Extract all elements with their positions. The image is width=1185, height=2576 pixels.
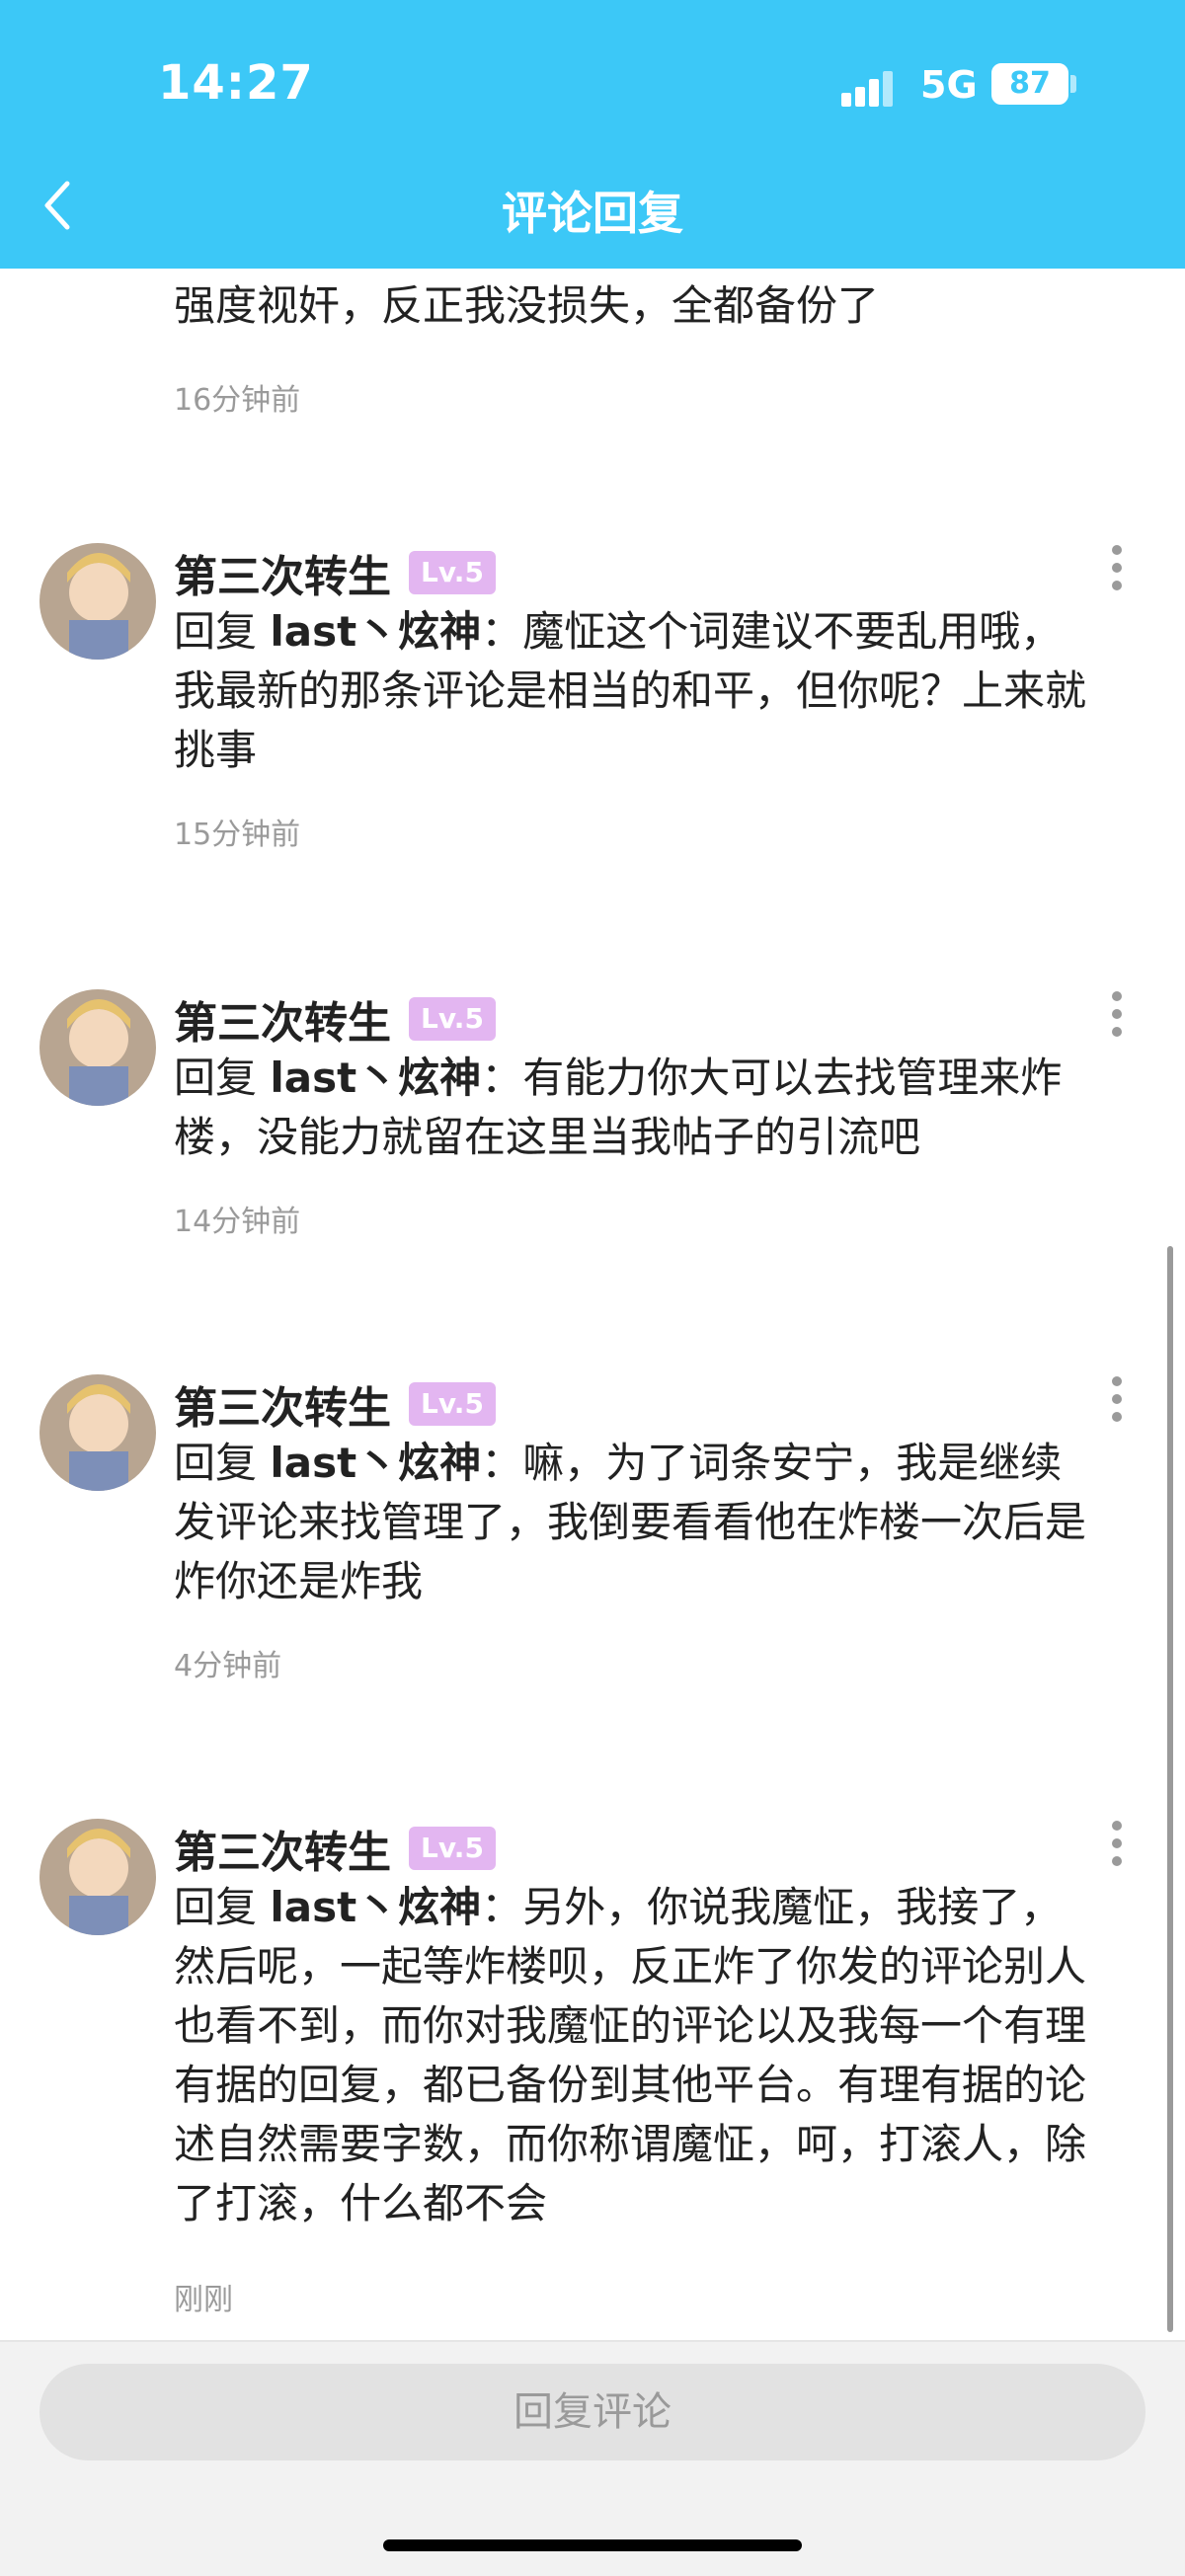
comment-text[interactable]: 回复 last丶炫神：魔怔这个词建议不要乱用哦，我最新的那条评论是相当的和平，但… — [174, 602, 1092, 780]
reply-target[interactable]: last丶炫神 — [270, 1439, 481, 1487]
reply-prefix: 回复 — [174, 1439, 271, 1487]
level-badge: Lv.5 — [409, 1382, 496, 1426]
battery-icon: 87 — [991, 63, 1068, 105]
comment-text[interactable]: 回复 last丶炫神：嘛，为了词条安宁，我是继续发评论来找管理了，我倒要看看他在… — [174, 1434, 1092, 1611]
comment-text: 强度视奸，反正我没损失，全都备份了 — [174, 281, 880, 330]
comment-list[interactable]: 强度视奸，反正我没损失，全都备份了 16分钟前 第三次转生 Lv.5 回复 la… — [0, 269, 1185, 2340]
status-time: 14:27 — [158, 55, 314, 111]
header-bar: 14:27 5G 87 评论回复 — [0, 0, 1185, 269]
comment-time: 14分钟前 — [174, 1205, 301, 1239]
level-badge: Lv.5 — [409, 551, 496, 594]
page-title: 评论回复 — [502, 187, 683, 240]
comment-time: 16分钟前 — [174, 383, 301, 418]
reply-target[interactable]: last丶炫神 — [270, 1054, 481, 1102]
signal-icon — [841, 71, 901, 107]
comment-time: 刚刚 — [174, 2283, 233, 2317]
battery-tip — [1070, 75, 1076, 93]
reply-prefix: 回复 — [174, 607, 271, 656]
avatar[interactable] — [40, 1819, 156, 1935]
username[interactable]: 第三次转生 — [174, 541, 391, 604]
network-type: 5G — [920, 63, 978, 107]
partial-comment: 强度视奸，反正我没损失，全都备份了 16分钟前 — [174, 269, 879, 419]
avatar[interactable] — [40, 989, 156, 1106]
scrollbar[interactable] — [1167, 1246, 1173, 2332]
comment-text[interactable]: 回复 last丶炫神：有能力你大可以去找管理来炸楼，没能力就留在这里当我帖子的引… — [174, 1049, 1092, 1167]
more-icon[interactable] — [1108, 1821, 1124, 1866]
reply-prefix: 回复 — [174, 1054, 271, 1102]
reply-target[interactable]: last丶炫神 — [270, 607, 481, 656]
reply-comment-button[interactable]: 回复评论 — [40, 2364, 1146, 2460]
comment-body: ：另外，你说我魔怔，我接了，然后呢，一起等炸楼呗，反正炸了你发的评论别人也看不到… — [174, 1883, 1087, 2227]
bottom-bar: 回复评论 — [0, 2340, 1185, 2576]
more-icon[interactable] — [1108, 991, 1124, 1037]
level-badge: Lv.5 — [409, 1827, 496, 1870]
comment-time: 4分钟前 — [174, 1649, 282, 1683]
username[interactable]: 第三次转生 — [174, 1817, 391, 1880]
home-indicator[interactable] — [383, 2539, 802, 2551]
more-icon[interactable] — [1108, 545, 1124, 590]
reply-prefix: 回复 — [174, 1883, 271, 1931]
comment-text[interactable]: 回复 last丶炫神：另外，你说我魔怔，我接了，然后呢，一起等炸楼呗，反正炸了你… — [174, 1878, 1092, 2233]
username[interactable]: 第三次转生 — [174, 987, 391, 1051]
reply-target[interactable]: last丶炫神 — [270, 1883, 481, 1931]
comment-time: 15分钟前 — [174, 818, 301, 852]
username[interactable]: 第三次转生 — [174, 1372, 391, 1436]
avatar[interactable] — [40, 543, 156, 660]
more-icon[interactable] — [1108, 1376, 1124, 1422]
avatar[interactable] — [40, 1374, 156, 1491]
level-badge: Lv.5 — [409, 997, 496, 1041]
